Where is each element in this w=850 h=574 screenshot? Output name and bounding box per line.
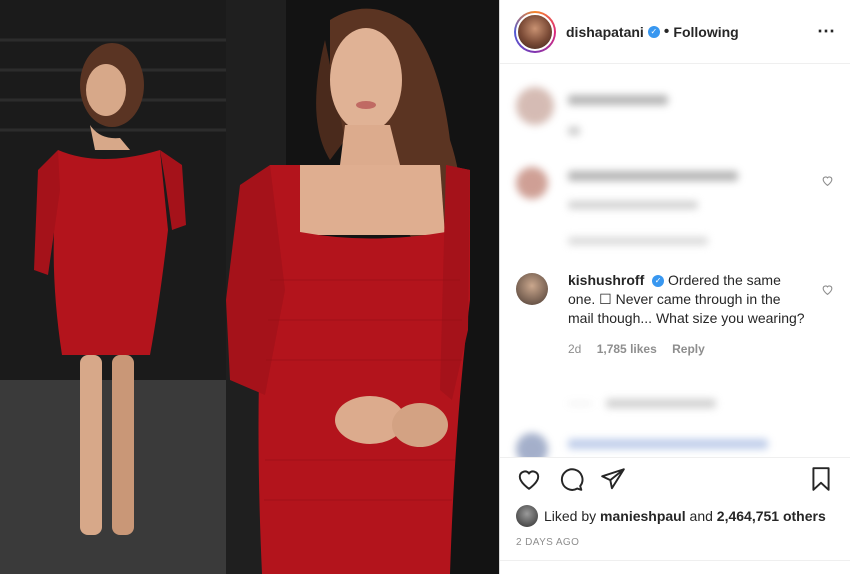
bookmark-icon[interactable]	[808, 466, 834, 492]
comment-avatar	[516, 167, 548, 199]
liked-by-line: Liked by manieshpaul and 2,464,751 other…	[516, 505, 840, 527]
author-avatar[interactable]	[514, 10, 556, 53]
comments-list[interactable]: kishushroff ✓ Ordered the same one. ☐ Ne…	[500, 65, 850, 457]
comment-age: 2d	[568, 342, 582, 356]
comment-meta: 2d 1,785 likes Reply	[568, 340, 806, 359]
comment-avatar	[516, 433, 548, 457]
liker-username[interactable]: manieshpaul	[600, 508, 686, 524]
commenter-username[interactable]: kishushroff	[568, 272, 644, 288]
comment-item-blurred	[516, 433, 834, 457]
post-photo[interactable]	[0, 0, 499, 574]
liked-by-conj: and	[689, 508, 713, 524]
post-side-panel: dishapatani ✓ • Following ⋯ kishushroff	[499, 0, 850, 574]
more-options-icon[interactable]: ⋯	[817, 21, 836, 42]
comment-like-heart-icon[interactable]	[821, 283, 834, 296]
comment-like-heart-icon[interactable]	[821, 174, 834, 187]
comment-avatar	[516, 87, 554, 125]
likes-count[interactable]: 2,464,751 others	[717, 508, 826, 524]
following-button[interactable]: Following	[673, 24, 738, 40]
liker-avatar[interactable]	[516, 505, 538, 527]
post-header: dishapatani ✓ • Following ⋯	[500, 0, 850, 64]
author-username[interactable]: dishapatani	[566, 24, 644, 40]
comment-item-blurred	[516, 87, 834, 147]
heart-icon[interactable]	[516, 466, 542, 492]
liked-by-prefix: Liked by	[544, 508, 597, 524]
verified-icon: ✓	[652, 275, 665, 288]
reply-button[interactable]: Reply	[672, 342, 705, 356]
share-icon[interactable]	[600, 466, 626, 492]
post-actions	[516, 466, 834, 498]
actions-divider	[500, 457, 850, 458]
view-replies-blurred[interactable]	[516, 399, 834, 413]
separator-dot: •	[663, 22, 670, 40]
comment-item-blurred	[516, 165, 834, 245]
verified-icon: ✓	[647, 25, 660, 38]
comment-body: kishushroff ✓ Ordered the same one. ☐ Ne…	[568, 271, 806, 359]
post-image	[0, 0, 499, 574]
comment-icon[interactable]	[558, 466, 584, 492]
commenter-avatar[interactable]	[516, 273, 548, 305]
post-timestamp[interactable]: 2 DAYS AGO	[516, 537, 579, 548]
add-comment-divider	[500, 560, 850, 561]
comment-likes[interactable]: 1,785 likes	[597, 342, 657, 356]
comment-item: kishushroff ✓ Ordered the same one. ☐ Ne…	[516, 271, 834, 391]
